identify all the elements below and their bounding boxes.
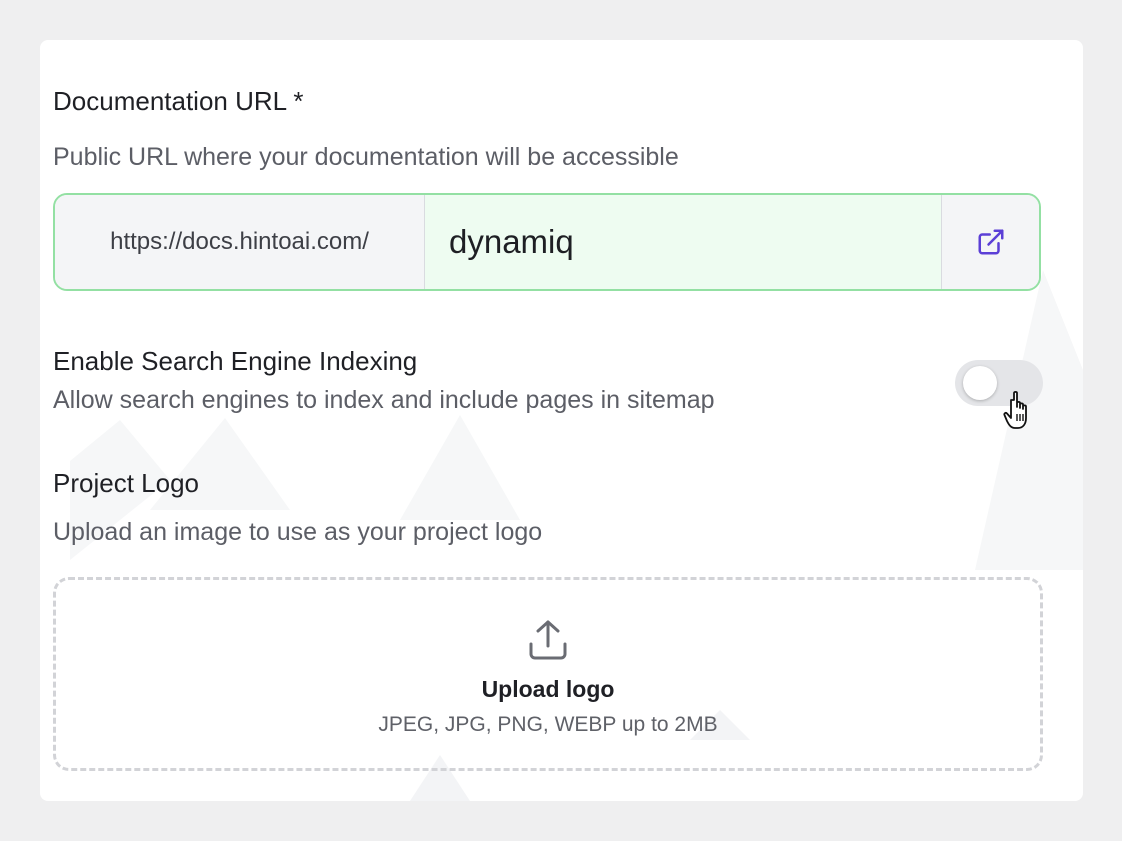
upload-icon [529, 620, 567, 660]
search-indexing-description: Allow search engines to index and includ… [53, 386, 715, 414]
documentation-url-description: Public URL where your documentation will… [53, 143, 679, 171]
toggle-knob [963, 366, 997, 400]
documentation-url-field: https://docs.hintoai.com/ [53, 193, 1041, 291]
upload-file-types-hint: JPEG, JPG, PNG, WEBP up to 2MB [378, 713, 718, 736]
external-link-icon [978, 229, 1003, 255]
url-slug-input[interactable] [425, 195, 941, 289]
project-logo-label: Project Logo [53, 468, 199, 498]
hand-pointer-cursor-icon [1003, 390, 1027, 429]
logo-upload-dropzone[interactable]: Upload logo JPEG, JPG, PNG, WEBP up to 2… [53, 577, 1043, 771]
documentation-url-label: Documentation URL * [53, 86, 304, 116]
url-prefix: https://docs.hintoai.com/ [55, 195, 425, 289]
project-logo-description: Upload an image to use as your project l… [53, 518, 543, 546]
settings-card: Documentation URL * Public URL where you… [40, 40, 1083, 801]
open-url-button[interactable] [941, 195, 1039, 289]
search-indexing-label: Enable Search Engine Indexing [53, 346, 418, 376]
upload-logo-title: Upload logo [481, 676, 615, 702]
